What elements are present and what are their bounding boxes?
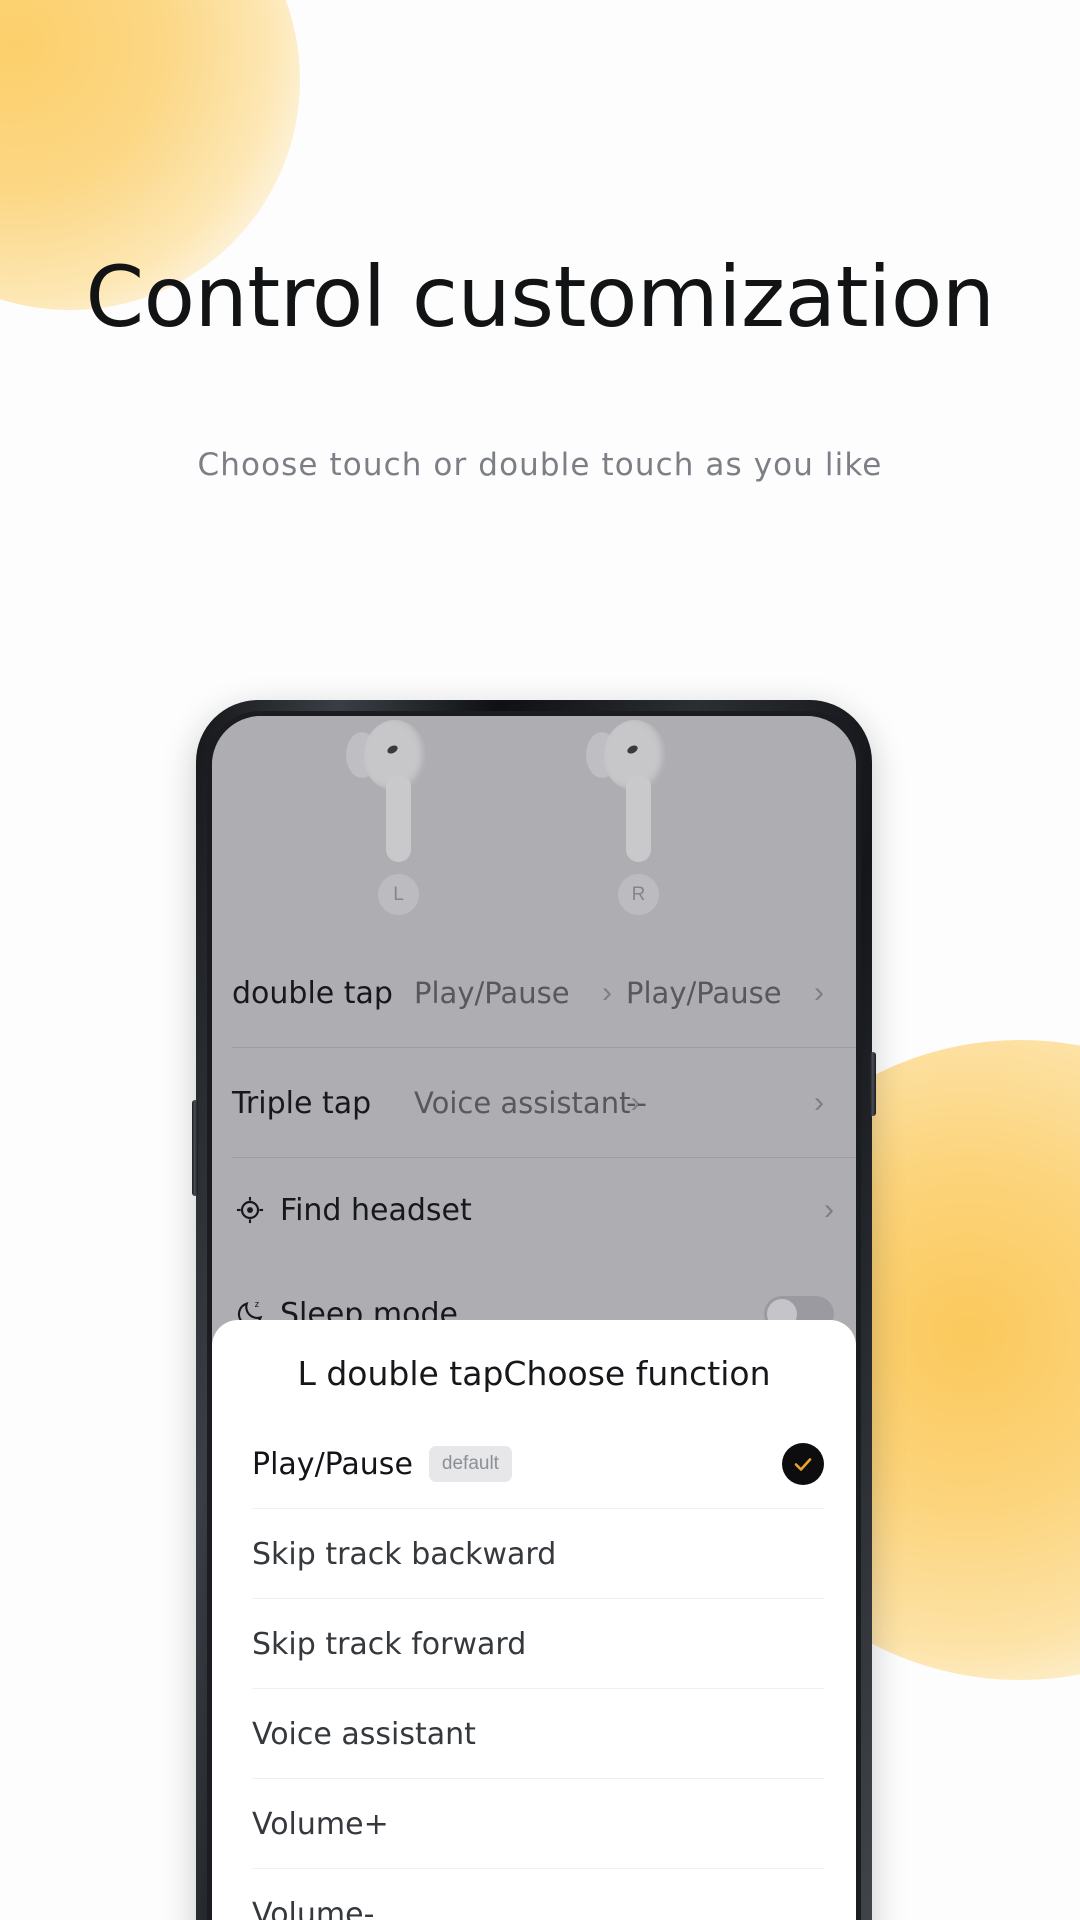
option-item-volume-down[interactable]: Volume- — [212, 1869, 856, 1920]
earbuds-illustration: L R — [212, 716, 856, 938]
option-label: Skip track forward — [252, 1626, 527, 1662]
settings-row-label: Find headset — [280, 1192, 472, 1228]
phone-bezel: L R double tap Play/Pause › Play/Pause ›… — [207, 711, 861, 1920]
default-badge: default — [428, 1446, 512, 1482]
gesture-label: Triple tap — [232, 1085, 372, 1121]
phone-volume-button[interactable] — [192, 1100, 198, 1196]
option-label: Volume+ — [252, 1806, 389, 1842]
sheet-title: L double tapChoose function — [297, 1354, 771, 1393]
choose-function-bottom-sheet: L double tapChoose function Play/Pause d… — [212, 1320, 856, 1920]
option-label: Voice assistant — [252, 1716, 476, 1752]
earbud-stem — [386, 776, 411, 862]
page-subtitle: Choose touch or double touch as you like — [197, 447, 883, 483]
gesture-right-value: Play/Pause — [626, 976, 782, 1010]
settings-row-find-headset[interactable]: Find headset › — [212, 1158, 856, 1262]
earbud-side-badge-left: L — [378, 874, 419, 915]
option-label: Play/Pause — [252, 1446, 413, 1482]
marketing-page: Control customization Choose touch or do… — [0, 0, 1080, 1920]
phone-mockup: L R double tap Play/Pause › Play/Pause ›… — [192, 700, 876, 1920]
earbud-side-badge-right: R — [618, 874, 659, 915]
gesture-left-value: Play/Pause — [414, 976, 570, 1010]
option-item-voice-assistant[interactable]: Voice assistant — [212, 1689, 856, 1779]
gesture-left-action[interactable]: Voice assistant › — [414, 1086, 640, 1120]
gesture-row-double-tap: double tap Play/Pause › Play/Pause › — [212, 938, 856, 1048]
chevron-right-icon: › — [814, 1086, 824, 1119]
option-item-play-pause[interactable]: Play/Pause default — [212, 1419, 856, 1509]
gesture-right-action[interactable]: -- › — [626, 1086, 838, 1120]
option-label: Skip track backward — [252, 1536, 557, 1572]
phone-screen: L R double tap Play/Pause › Play/Pause ›… — [212, 716, 856, 1920]
gesture-left-value: Voice assistant — [414, 1086, 631, 1120]
earbud-stem — [626, 776, 651, 862]
gesture-right-value: -- — [626, 1086, 647, 1120]
svg-text:z: z — [255, 1299, 260, 1309]
gesture-label: double tap — [232, 975, 393, 1011]
chevron-right-icon: › — [824, 1193, 834, 1226]
option-item-skip-track-backward[interactable]: Skip track backward — [212, 1509, 856, 1599]
row-divider — [232, 1157, 856, 1158]
gesture-right-action[interactable]: Play/Pause › — [626, 976, 838, 1010]
locate-crosshair-icon — [234, 1194, 280, 1226]
option-item-skip-track-forward[interactable]: Skip track forward — [212, 1599, 856, 1689]
phone-frame: L R double tap Play/Pause › Play/Pause ›… — [192, 700, 876, 1920]
chevron-right-icon: › — [814, 976, 824, 1009]
page-title: Control customization — [85, 248, 996, 346]
gesture-left-action[interactable]: Play/Pause › — [414, 976, 626, 1010]
option-item-volume-up[interactable]: Volume+ — [212, 1779, 856, 1869]
gesture-row-triple-tap: Triple tap Voice assistant › -- › — [212, 1048, 856, 1158]
selected-check-icon — [782, 1443, 824, 1485]
phone-power-button[interactable] — [870, 1052, 876, 1116]
chevron-right-icon: › — [602, 976, 612, 1009]
option-label: Volume- — [252, 1896, 375, 1920]
